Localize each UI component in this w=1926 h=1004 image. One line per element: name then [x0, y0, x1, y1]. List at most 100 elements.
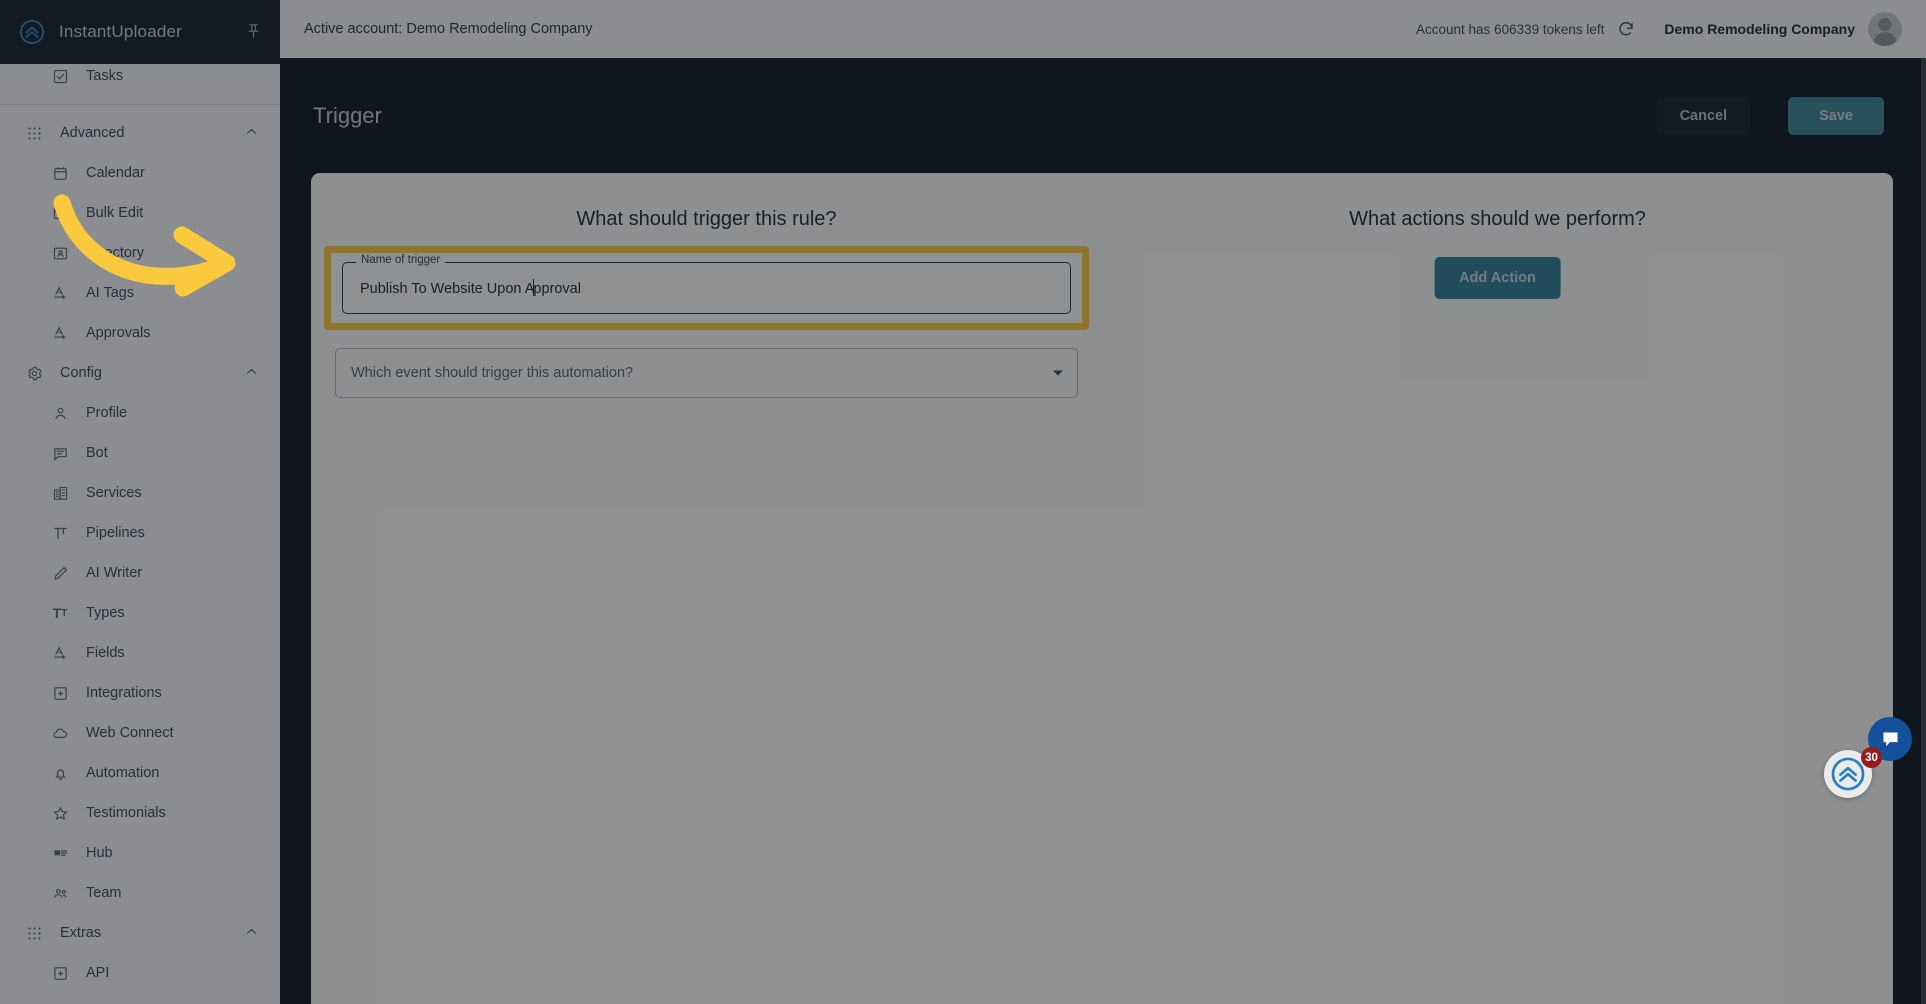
- chat-lines-icon: [50, 443, 70, 463]
- text-format-icon: [50, 283, 70, 303]
- chevron-down-icon: [1053, 370, 1063, 376]
- sidebar-brand: InstantUploader: [0, 0, 280, 64]
- sidebar-item-label: Pipelines: [86, 525, 145, 541]
- sidebar-item-team[interactable]: Team: [0, 873, 280, 913]
- cancel-button[interactable]: Cancel: [1656, 96, 1751, 135]
- trigger-name-legend: Name of trigger: [356, 254, 446, 267]
- sidebar-group-extras[interactable]: Extras: [0, 913, 280, 953]
- sidebar-item-label: AI Tags: [86, 285, 135, 301]
- sidebar-item-fields[interactable]: Fields: [0, 633, 280, 673]
- token-count-label: Account has 606339 tokens left: [1416, 21, 1605, 37]
- sidebar-item-label: Services: [86, 485, 142, 501]
- sidebar-item-tasks[interactable]: Tasks: [0, 56, 280, 96]
- chevron-up-icon: [245, 125, 258, 141]
- sidebar-item-calendar[interactable]: Calendar: [0, 153, 280, 193]
- sidebar-item-pipelines[interactable]: Pipelines: [0, 513, 280, 553]
- sidebar-item-directory[interactable]: Directory: [0, 233, 280, 273]
- sidebar-item-services[interactable]: Services: [0, 473, 280, 513]
- gear-icon: [24, 363, 44, 383]
- calendar-icon: [50, 163, 70, 183]
- sidebar-item-label: Bot: [86, 445, 108, 461]
- sidebar-group-config[interactable]: Config: [0, 353, 280, 393]
- sidebar-nav[interactable]: Tasks Advanced Calendar Bulk Edit Direct…: [0, 64, 280, 1004]
- page-header-actions: Cancel Save: [1656, 96, 1884, 135]
- sidebar-item-bulk-edit[interactable]: Bulk Edit: [0, 193, 280, 233]
- article-icon: [50, 843, 70, 863]
- chevron-up-icon: [245, 925, 258, 941]
- app-root: InstantUploader Tasks Advanced Calendar …: [0, 0, 1926, 1004]
- sidebar-item-label: Tasks: [86, 68, 124, 84]
- event-select-placeholder: Which event should trigger this automati…: [351, 365, 634, 381]
- text-format-icon: [50, 643, 70, 663]
- page-header: Trigger Cancel Save: [280, 58, 1926, 173]
- trigger-name-value-before: Publish To Website Upon A: [360, 281, 535, 297]
- active-account-label: Active account: Demo Remodeling Company: [304, 21, 593, 37]
- sidebar-item-label: Web Connect: [86, 725, 174, 741]
- actions-panel: What actions should we perform? Add Acti…: [1102, 173, 1893, 1004]
- sidebar-item-ai-writer[interactable]: AI Writer: [0, 553, 280, 593]
- sidebar-item-label: Automation: [86, 765, 160, 781]
- sidebar-item-label: Testimonials: [86, 805, 166, 821]
- star-icon: [50, 803, 70, 823]
- pin-icon[interactable]: [245, 22, 262, 42]
- text-format-icon: [50, 323, 70, 343]
- sidebar-item-profile[interactable]: Profile: [0, 393, 280, 433]
- bell-icon: [50, 763, 70, 783]
- people-icon: [50, 883, 70, 903]
- sidebar-item-ai-tags[interactable]: AI Tags: [0, 273, 280, 313]
- trigger-name-field[interactable]: Name of trigger Publish To Website Upon …: [342, 254, 1071, 314]
- chevrons-up-circle-icon: [18, 18, 46, 46]
- person-icon: [50, 403, 70, 423]
- text-size-icon: TT: [52, 605, 68, 621]
- sidebar-item-bot[interactable]: Bot: [0, 433, 280, 473]
- sidebar-item-label: Approvals: [86, 325, 151, 341]
- sidebar-item-approvals[interactable]: Approvals: [0, 313, 280, 353]
- sidebar-item-label: Team: [86, 885, 122, 901]
- grid-apps-icon: [24, 123, 44, 143]
- notification-badge: 30: [1861, 747, 1882, 768]
- page-title: Trigger: [313, 102, 382, 128]
- sidebar-item-label: Fields: [86, 645, 125, 661]
- sidebar-item-integrations[interactable]: Integrations: [0, 673, 280, 713]
- sidebar-divider: [0, 104, 280, 105]
- pencil-icon: [50, 563, 70, 583]
- save-button[interactable]: Save: [1788, 96, 1884, 135]
- trigger-panel: What should trigger this rule? Name of t…: [311, 173, 1102, 1004]
- sidebar-item-hub[interactable]: Hub: [0, 833, 280, 873]
- sidebar-item-label: Types: [86, 605, 125, 621]
- building-icon: [50, 483, 70, 503]
- sidebar-item-web-connect[interactable]: Web Connect: [0, 713, 280, 753]
- sidebar-item-label: AI Writer: [86, 565, 143, 581]
- trigger-name-value: Publish To Website Upon Approval: [360, 279, 581, 297]
- chevron-up-icon: [245, 365, 258, 381]
- sidebar: InstantUploader Tasks Advanced Calendar …: [0, 0, 280, 1004]
- sidebar-item-label: Directory: [86, 245, 145, 261]
- sidebar-item-testimonials[interactable]: Testimonials: [0, 793, 280, 833]
- topbar-right: Account has 606339 tokens left Demo Remo…: [1416, 12, 1902, 46]
- sidebar-item-automation[interactable]: Automation: [0, 753, 280, 793]
- sidebar-item-label: Bulk Edit: [86, 205, 144, 221]
- plus-box-icon: [50, 963, 70, 983]
- sidebar-item-types[interactable]: TT Types: [0, 593, 280, 633]
- topbar: Active account: Demo Remodeling Company …: [280, 0, 1926, 58]
- sidebar-item-api[interactable]: API: [0, 953, 280, 993]
- sidebar-item-label: Integrations: [86, 685, 162, 701]
- sidebar-item-label: Hub: [86, 845, 113, 861]
- event-select[interactable]: Which event should trigger this automati…: [335, 348, 1078, 398]
- refresh-icon[interactable]: [1617, 20, 1635, 38]
- plus-box-icon: [50, 683, 70, 703]
- actions-panel-heading: What actions should we perform?: [1349, 208, 1646, 230]
- trigger-name-value-after: pproval: [533, 281, 581, 297]
- contact-card-icon: [50, 243, 70, 263]
- sidebar-group-advanced[interactable]: Advanced: [0, 113, 280, 153]
- grid-apps-icon: [24, 923, 44, 943]
- checkbox-icon: [50, 66, 70, 86]
- cloud-icon: [50, 723, 70, 743]
- trigger-panel-heading: What should trigger this rule?: [576, 208, 837, 230]
- account-name-label: Demo Remodeling Company: [1664, 21, 1855, 37]
- avatar-icon[interactable]: [1868, 12, 1902, 46]
- content-card: What should trigger this rule? Name of t…: [311, 173, 1893, 1004]
- add-action-button[interactable]: Add Action: [1434, 257, 1561, 299]
- sidebar-item-label: Profile: [86, 405, 128, 421]
- scrollbar[interactable]: [1921, 58, 1926, 1004]
